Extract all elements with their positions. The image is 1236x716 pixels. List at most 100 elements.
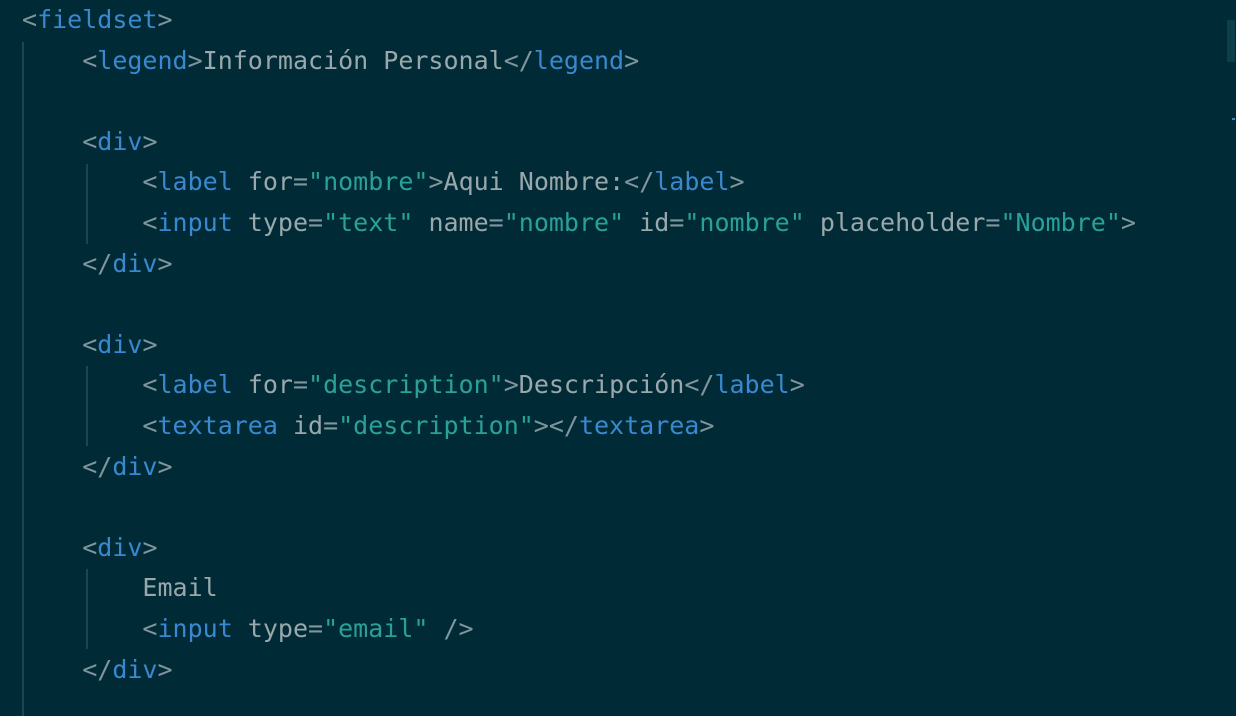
code-token: =	[308, 207, 324, 237]
code-token: </	[82, 248, 113, 278]
code-line[interactable]: <div>	[22, 528, 1136, 569]
code-line[interactable]: Email	[22, 568, 1136, 609]
code-token: >	[187, 45, 203, 75]
code-line[interactable]: <fieldset>	[22, 0, 1136, 41]
code-token: "Nombre"	[1000, 207, 1121, 237]
code-token: >	[157, 248, 173, 278]
code-token: input	[157, 207, 233, 237]
code-token: <	[142, 207, 158, 237]
code-line[interactable]: <label for="description">Descripción</la…	[22, 365, 1136, 406]
code-token: div	[112, 451, 158, 481]
code-editor[interactable]: <fieldset> <legend>Información Personal<…	[0, 0, 1236, 716]
code-token: legend	[533, 45, 625, 75]
code-line[interactable]: <input type="email" />	[22, 609, 1136, 650]
code-token: div	[112, 248, 158, 278]
code-token: type	[232, 613, 309, 643]
code-token: >	[503, 370, 519, 400]
code-token: =	[308, 613, 324, 643]
code-token: fieldset	[37, 5, 158, 34]
code-token: "email"	[323, 613, 429, 643]
code-line[interactable]: </div>	[22, 650, 1136, 691]
code-token: =	[292, 370, 309, 400]
code-token: Aqui Nombre:	[443, 167, 625, 197]
code-token: "text"	[323, 207, 414, 237]
scrollbar-thumb[interactable]	[1227, 20, 1235, 62]
code-token: div	[97, 329, 143, 359]
code-line[interactable]: <legend>Información Personal</legend>	[22, 41, 1136, 82]
code-token: "description"	[308, 370, 504, 400]
code-line[interactable]	[22, 487, 1136, 528]
code-token: >	[699, 410, 715, 440]
code-token: />	[428, 613, 474, 643]
code-token: label	[157, 370, 233, 400]
code-token: >	[142, 126, 158, 156]
code-token: "nombre"	[503, 207, 625, 237]
code-line[interactable]	[22, 284, 1136, 325]
code-token: "description"	[338, 410, 534, 440]
code-token: <	[142, 370, 158, 400]
code-token: <	[142, 410, 158, 440]
code-line[interactable]	[22, 81, 1136, 122]
code-token: >	[428, 167, 444, 197]
code-token: ></	[533, 410, 579, 440]
code-token: div	[112, 654, 158, 684]
code-token: <	[142, 167, 158, 197]
code-area[interactable]: <fieldset> <legend>Información Personal<…	[22, 0, 1136, 690]
code-token: for	[232, 167, 293, 197]
vertical-scrollbar[interactable]	[1226, 0, 1236, 716]
code-line[interactable]: </div>	[22, 244, 1136, 285]
code-line[interactable]: <div>	[22, 325, 1136, 366]
code-token: id	[624, 207, 670, 237]
code-token: label	[157, 167, 233, 197]
overview-ruler-mark	[1232, 118, 1235, 120]
code-token: input	[157, 613, 233, 643]
code-token: >	[624, 45, 640, 75]
code-token: =	[323, 410, 339, 440]
code-token: </	[684, 370, 715, 400]
code-token: >	[157, 654, 173, 684]
code-token: for	[232, 370, 293, 400]
code-token: "nombre"	[684, 207, 805, 237]
code-line[interactable]: <label for="nombre">Aqui Nombre:</label>	[22, 162, 1136, 203]
code-line[interactable]: <input type="text" name="nombre" id="nom…	[22, 203, 1136, 244]
code-token: placeholder	[804, 207, 986, 237]
code-token: =	[488, 207, 504, 237]
code-token: =	[669, 207, 685, 237]
code-token: >	[142, 532, 158, 562]
code-token: <	[142, 613, 158, 643]
code-token: <	[82, 329, 98, 359]
code-token: div	[97, 532, 143, 562]
code-line[interactable]: <textarea id="description"></textarea>	[22, 406, 1136, 447]
code-token: >	[142, 329, 158, 359]
code-token: textarea	[157, 410, 278, 440]
code-line[interactable]: <div>	[22, 122, 1136, 163]
code-token: =	[985, 207, 1001, 237]
code-token: <	[82, 126, 98, 156]
code-token: id	[277, 410, 324, 440]
code-token: >	[157, 451, 173, 481]
code-token: Email	[142, 573, 218, 603]
code-token: type	[232, 207, 309, 237]
code-token: <	[22, 5, 38, 34]
code-line[interactable]: </div>	[22, 447, 1136, 488]
code-token: div	[97, 126, 143, 156]
code-token: =	[292, 167, 309, 197]
code-token: </	[624, 167, 655, 197]
code-token: "nombre"	[308, 167, 429, 197]
code-token: label	[654, 167, 730, 197]
code-token: >	[157, 5, 173, 34]
code-token: Información Personal	[202, 45, 504, 75]
code-token: Descripción	[518, 370, 685, 400]
